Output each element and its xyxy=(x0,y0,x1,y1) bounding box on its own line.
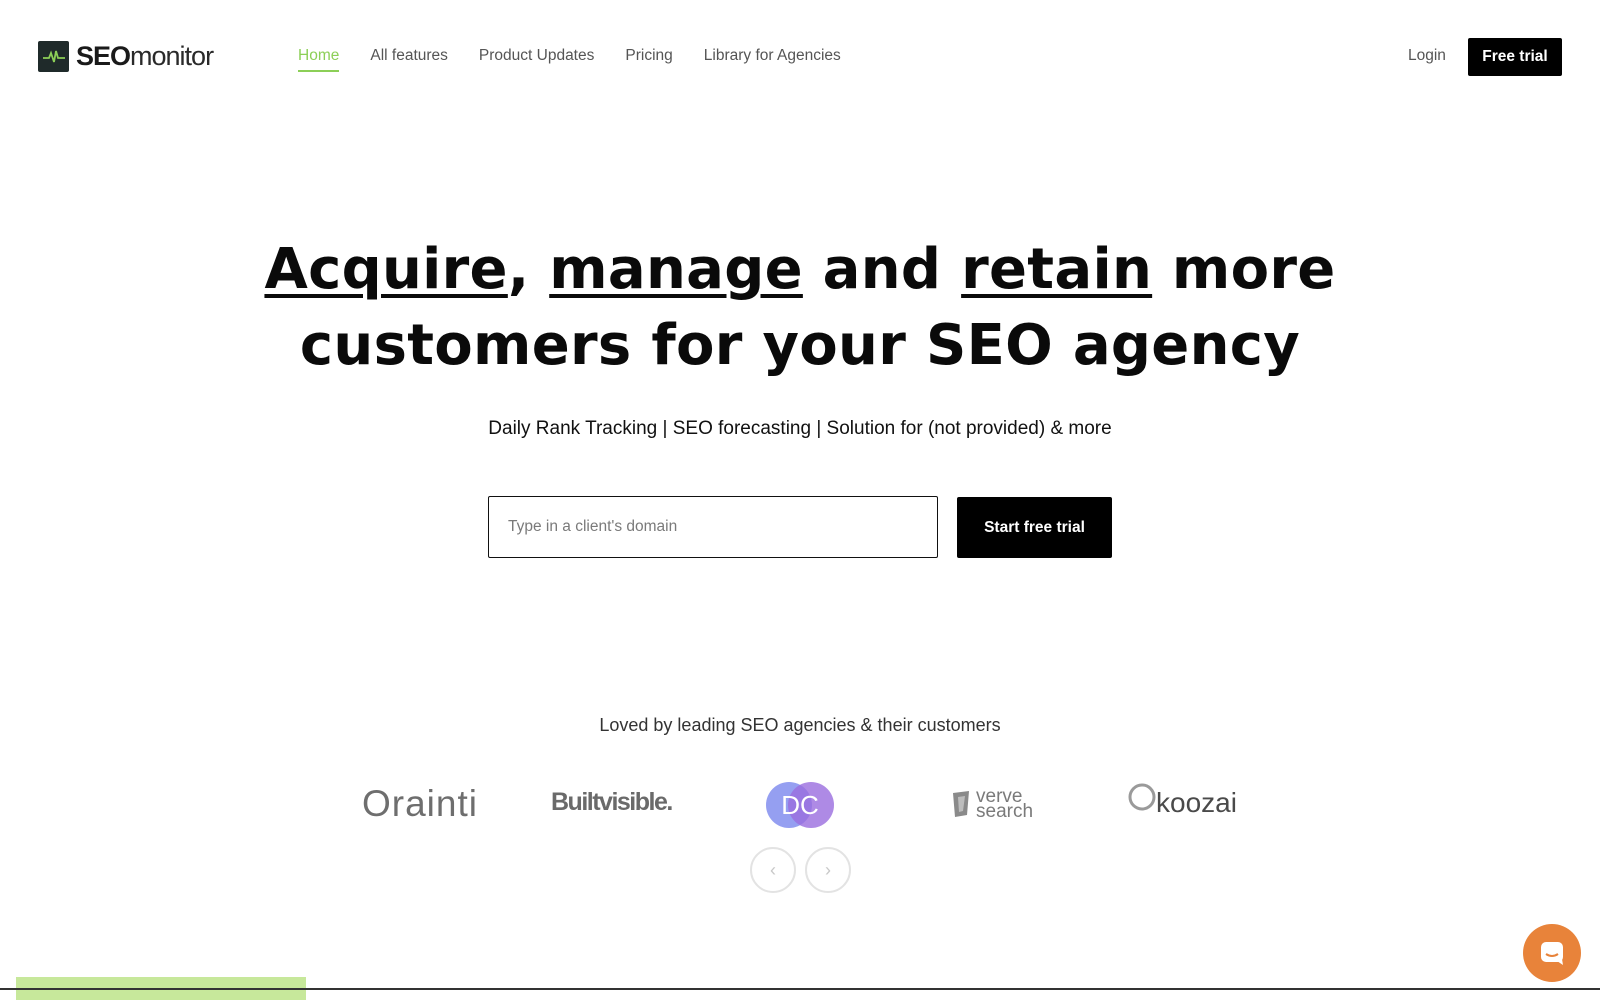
site-header: SEOmonitor Home All features Product Upd… xyxy=(0,0,1600,112)
headline-separator: , xyxy=(507,237,550,302)
bottom-divider xyxy=(0,988,1600,990)
logo-koozai: koozai xyxy=(1126,783,1237,819)
chevron-left-icon: ‹ xyxy=(770,859,776,880)
nav-item-pricing[interactable]: Pricing xyxy=(625,46,672,72)
chevron-right-icon: › xyxy=(825,859,831,880)
logo-verve-search: verve search xyxy=(950,787,1034,822)
hero-subtitle: Daily Rank Tracking | SEO forecasting | … xyxy=(488,418,1112,439)
headline-line2: customers for your SEO agency xyxy=(299,313,1301,378)
domain-input[interactable] xyxy=(488,496,938,558)
logo-wordmark: SEOmonitor xyxy=(76,41,214,71)
nav-item-home[interactable]: Home xyxy=(298,46,340,72)
verve-text-line2: search xyxy=(976,801,1034,822)
main-nav: Home All features Product Updates Pricin… xyxy=(298,46,872,72)
logo[interactable]: SEOmonitor xyxy=(38,41,214,72)
chat-button[interactable] xyxy=(1523,924,1581,982)
headline-and: and xyxy=(802,237,962,302)
nav-item-library-for-agencies[interactable]: Library for Agencies xyxy=(704,46,841,72)
hero: Acquire, manage and retain more customer… xyxy=(0,232,1600,384)
dc-logo-mark: DC xyxy=(766,782,834,828)
logo-orainti: Orainti xyxy=(362,783,478,824)
logo-dc: DC xyxy=(765,780,835,830)
social-proof-heading: Loved by leading SEO agencies & their cu… xyxy=(599,715,1001,735)
free-trial-button[interactable]: Free trial xyxy=(1468,38,1562,76)
pulse-icon xyxy=(38,41,69,72)
login-link[interactable]: Login xyxy=(1408,47,1446,65)
headline-manage: manage xyxy=(549,237,803,302)
headline-more: more xyxy=(1152,237,1336,302)
nav-item-all-features[interactable]: All features xyxy=(370,46,448,72)
headline-acquire: Acquire xyxy=(264,237,508,302)
logo-dc-text: DC xyxy=(781,790,819,820)
chat-icon xyxy=(1541,942,1563,965)
carousel-next-button[interactable]: › xyxy=(805,847,851,893)
logo-builtvisible: Builtvisible. xyxy=(551,788,673,816)
koozai-ring-icon xyxy=(1128,783,1156,811)
logo-koozai-text: koozai xyxy=(1156,787,1237,818)
verve-mark-icon xyxy=(953,791,969,817)
nav-item-product-updates[interactable]: Product Updates xyxy=(479,46,594,72)
start-free-trial-button[interactable]: Start free trial xyxy=(957,497,1112,558)
hero-headline: Acquire, manage and retain more customer… xyxy=(0,232,1600,384)
headline-retain: retain xyxy=(961,237,1153,302)
carousel-prev-button[interactable]: ‹ xyxy=(750,847,796,893)
